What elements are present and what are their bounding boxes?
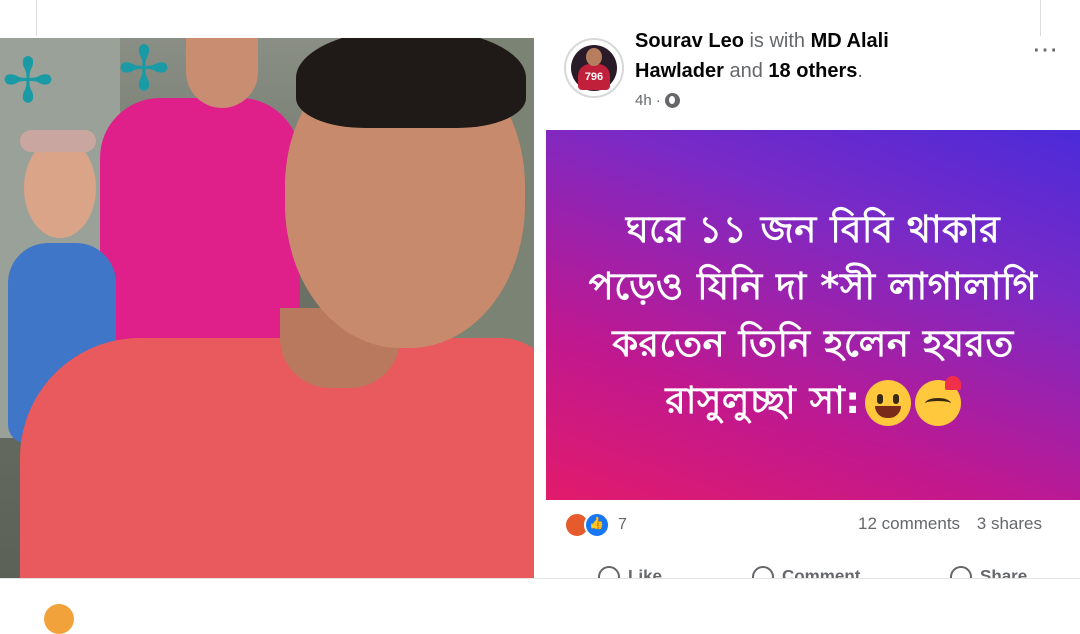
reaction-count: 7 [618, 516, 627, 533]
grinning-emoji [864, 379, 911, 426]
like-icon [598, 566, 620, 578]
like-label: Like [628, 566, 663, 578]
wall-pattern: ✢ [118, 38, 170, 105]
girl-headband [20, 130, 96, 152]
banner-text-container: ঘরে ১১ জন বিবি থাকার পড়েও যিনি দা *সী ল… [578, 201, 1048, 429]
period: . [857, 60, 863, 82]
globe-icon[interactable] [664, 93, 680, 108]
like-button[interactable]: Like [598, 566, 662, 578]
post-text-banner: ঘরে ১১ জন বিবি থাকার পড়েও যিনি দা *সী ল… [546, 130, 1080, 500]
post-header-line2: Hawlader and 18 others. [635, 60, 863, 83]
post-time[interactable]: 4h [635, 92, 652, 109]
meta-separator: · [655, 92, 661, 109]
more-options-icon[interactable]: ⋯ [1032, 34, 1059, 65]
banner-text: ঘরে ১১ জন বিবি থাকার পড়েও যিনি দা *সী ল… [588, 208, 1038, 422]
post-meta: 4h · [635, 92, 680, 109]
comment-icon [752, 566, 774, 578]
tagged-user-link-cont[interactable]: Hawlader [635, 60, 724, 82]
next-post-avatar[interactable] [44, 604, 74, 634]
others-link[interactable]: 18 others [768, 60, 857, 82]
comments-count[interactable]: 12 comments [858, 514, 960, 533]
author-avatar[interactable]: 796 [564, 38, 624, 98]
share-label: Share [980, 566, 1028, 578]
shares-count[interactable]: 3 shares [977, 514, 1042, 533]
avatar-head [586, 48, 602, 66]
divider-left [36, 0, 37, 36]
reaction-summary[interactable]: 7 [564, 512, 627, 538]
comment-label: Comment [782, 566, 861, 578]
man-hair [296, 38, 526, 128]
author-name-link[interactable]: Sourav Leo [635, 30, 744, 52]
man-red-shirt [20, 338, 534, 578]
divider-right [1040, 0, 1041, 36]
action-bar: Like Comment Share [540, 562, 1080, 578]
with-text: is with [743, 30, 811, 52]
avatar-number: 796 [584, 71, 604, 83]
facebook-post: 796 Sourav Leo is with MD Alali Hawlader… [540, 30, 1080, 578]
wall-pattern: ✢ [2, 44, 54, 117]
bottom-strip [0, 578, 1080, 611]
selfie-photo[interactable]: ✢ ✢ [0, 38, 534, 578]
top-strip [0, 0, 1080, 38]
smiling-hearts-emoji [914, 375, 961, 426]
and-text: and [723, 60, 769, 82]
post-header-line1: Sourav Leo is with MD Alali [635, 30, 889, 53]
share-icon [950, 566, 972, 578]
tagged-user-link[interactable]: MD Alali [811, 30, 889, 52]
like-reaction-icon [584, 512, 610, 538]
girl-face [24, 138, 96, 238]
share-button[interactable]: Share [950, 566, 1027, 578]
woman-face [186, 38, 258, 108]
comment-button[interactable]: Comment [752, 566, 860, 578]
engagement-counts: 12 comments 3 shares [858, 514, 1042, 534]
